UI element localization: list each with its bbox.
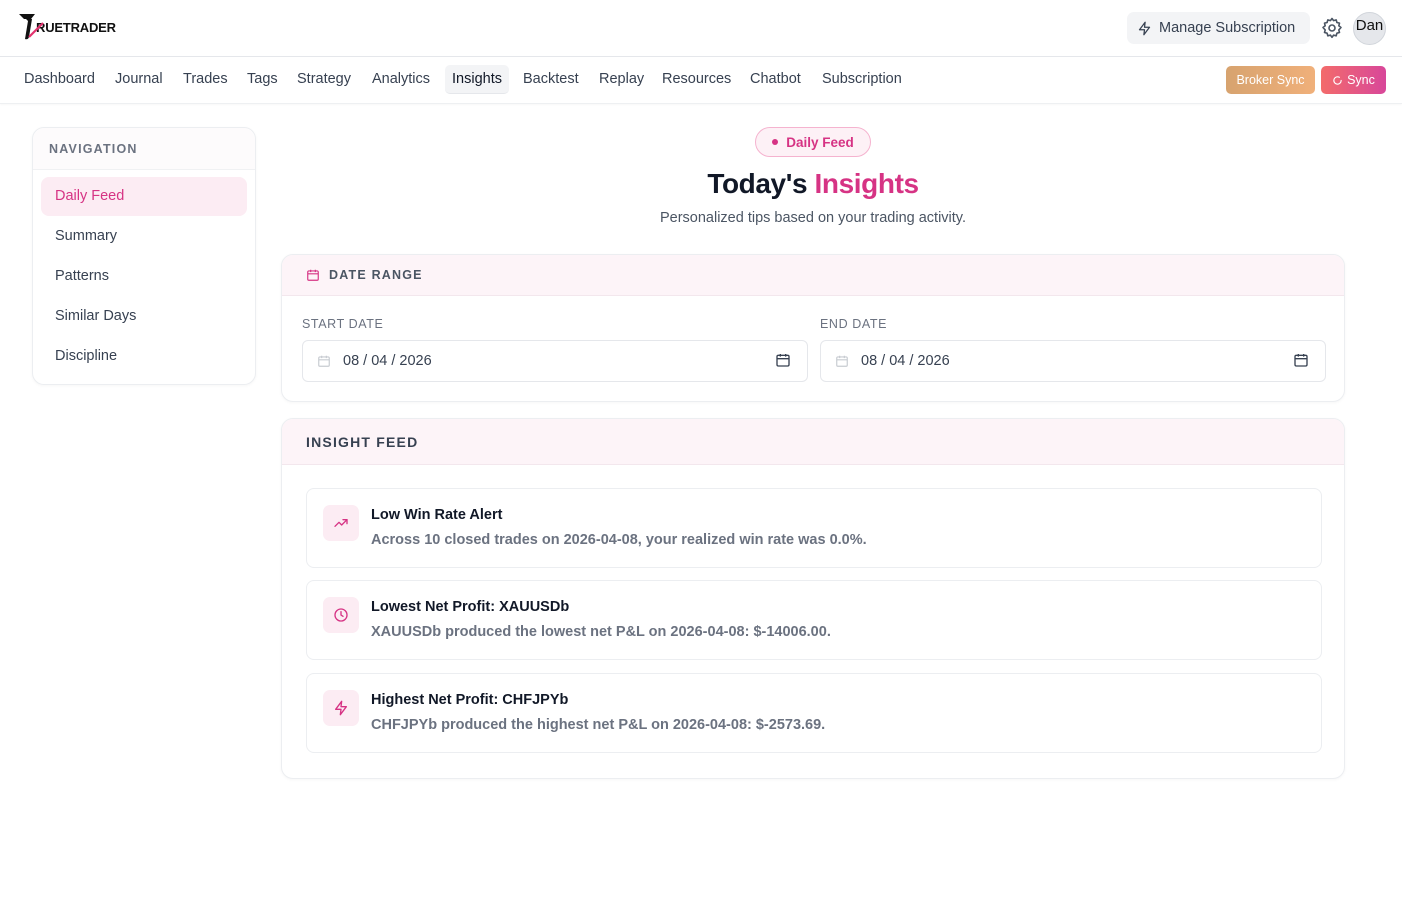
lightning-icon <box>335 700 347 716</box>
user-avatar[interactable]: Dan <box>1353 12 1386 45</box>
daily-feed-badge: Daily Feed <box>755 127 871 157</box>
tab-backtest[interactable]: Backtest <box>523 65 579 94</box>
tab-trades[interactable]: Trades <box>183 65 228 94</box>
title-prefix: Today's <box>707 168 808 199</box>
app-logo[interactable]: RUETRADER <box>18 13 116 41</box>
sidebar-item-daily-feed[interactable]: Daily Feed <box>41 177 247 216</box>
sidebar-item-summary[interactable]: Summary <box>41 217 247 256</box>
insight-title: Lowest Net Profit: XAUUSDb <box>371 599 570 615</box>
calendar-icon <box>307 269 319 281</box>
insight-feed-card: INSIGHT FEED Low Win Rate Alert Across 1… <box>281 418 1345 779</box>
sidebar-heading: NAVIGATION <box>33 128 255 170</box>
end-date-label: END DATE <box>820 317 888 331</box>
insight-icon-box <box>323 597 359 633</box>
calendar-picker-icon[interactable] <box>1293 352 1309 368</box>
trending-up-icon <box>334 519 348 527</box>
start-date-value: 08 / 04 / 2026 <box>343 353 432 369</box>
broker-sync-button[interactable]: Broker Sync <box>1226 66 1315 94</box>
insight-icon-box <box>323 505 359 541</box>
insight-feed-heading: INSIGHT FEED <box>306 433 419 450</box>
sidebar-item-discipline[interactable]: Discipline <box>41 337 247 376</box>
insight-item: Highest Net Profit: CHFJPYb CHFJPYb prod… <box>306 673 1322 753</box>
insight-feed-header: INSIGHT FEED <box>282 419 1344 465</box>
tab-replay[interactable]: Replay <box>599 65 644 94</box>
insight-icon-box <box>323 690 359 726</box>
end-date-value: 08 / 04 / 2026 <box>861 353 950 369</box>
lightning-icon <box>1138 21 1151 35</box>
insight-description: XAUUSDb produced the lowest net P&L on 2… <box>371 624 831 640</box>
manage-subscription-label: Manage Subscription <box>1159 20 1296 36</box>
sync-button[interactable]: Sync <box>1321 66 1386 94</box>
insight-title: Highest Net Profit: CHFJPYb <box>371 692 569 708</box>
tab-subscription[interactable]: Subscription <box>822 65 902 94</box>
insight-title: Low Win Rate Alert <box>371 507 503 523</box>
insight-description: CHFJPYb produced the highest net P&L on … <box>371 717 826 733</box>
tab-journal[interactable]: Journal <box>115 65 163 94</box>
end-date-input[interactable]: 08 / 04 / 2026 <box>820 340 1326 382</box>
tab-strategy[interactable]: Strategy <box>297 65 351 94</box>
refresh-icon <box>1333 75 1342 85</box>
tab-resources[interactable]: Resources <box>662 65 731 94</box>
tab-tags[interactable]: Tags <box>247 65 278 94</box>
sidebar-item-patterns[interactable]: Patterns <box>41 257 247 296</box>
calendar-icon <box>318 355 330 367</box>
sync-label: Sync <box>1347 73 1375 87</box>
badge-dot <box>772 139 779 145</box>
tab-chatbot[interactable]: Chatbot <box>750 65 801 94</box>
badge-label: Daily Feed <box>786 134 854 150</box>
insight-description: Across 10 closed trades on 2026-04-08, y… <box>371 532 867 548</box>
logo-text: RUETRADER <box>36 19 116 35</box>
sidebar: NAVIGATION Daily Feed Summary Patterns S… <box>32 127 256 385</box>
title-accent: Insights <box>814 168 920 199</box>
tab-analytics[interactable]: Analytics <box>372 65 430 94</box>
page-subtitle: Personalized tips based on your trading … <box>659 210 966 226</box>
logo-mark-icon <box>19 14 44 40</box>
insight-item: Lowest Net Profit: XAUUSDb XAUUSDb produ… <box>306 580 1322 660</box>
date-range-header: DATE RANGE <box>282 255 1344 296</box>
date-range-heading: DATE RANGE <box>329 268 423 282</box>
calendar-picker-icon[interactable] <box>775 352 791 368</box>
tab-dashboard[interactable]: Dashboard <box>24 65 95 94</box>
gear-icon[interactable] <box>1320 16 1344 40</box>
tab-insights[interactable]: Insights <box>445 65 509 94</box>
page-title: Today's Insights <box>282 168 1344 200</box>
sidebar-item-similar-days[interactable]: Similar Days <box>41 297 247 336</box>
start-date-label: START DATE <box>302 317 384 331</box>
date-range-card: DATE RANGE START DATE 08 / 04 / 2026 END… <box>281 254 1345 402</box>
start-date-input[interactable]: 08 / 04 / 2026 <box>302 340 808 382</box>
manage-subscription-button[interactable]: Manage Subscription <box>1127 12 1310 44</box>
top-header: RUETRADER Manage Subscription Dan <box>0 0 1402 57</box>
calendar-icon <box>836 355 848 367</box>
clock-icon <box>334 608 348 622</box>
main-nav: Dashboard Journal Trades Tags Strategy A… <box>0 57 1402 104</box>
insight-item: Low Win Rate Alert Across 10 closed trad… <box>306 488 1322 568</box>
